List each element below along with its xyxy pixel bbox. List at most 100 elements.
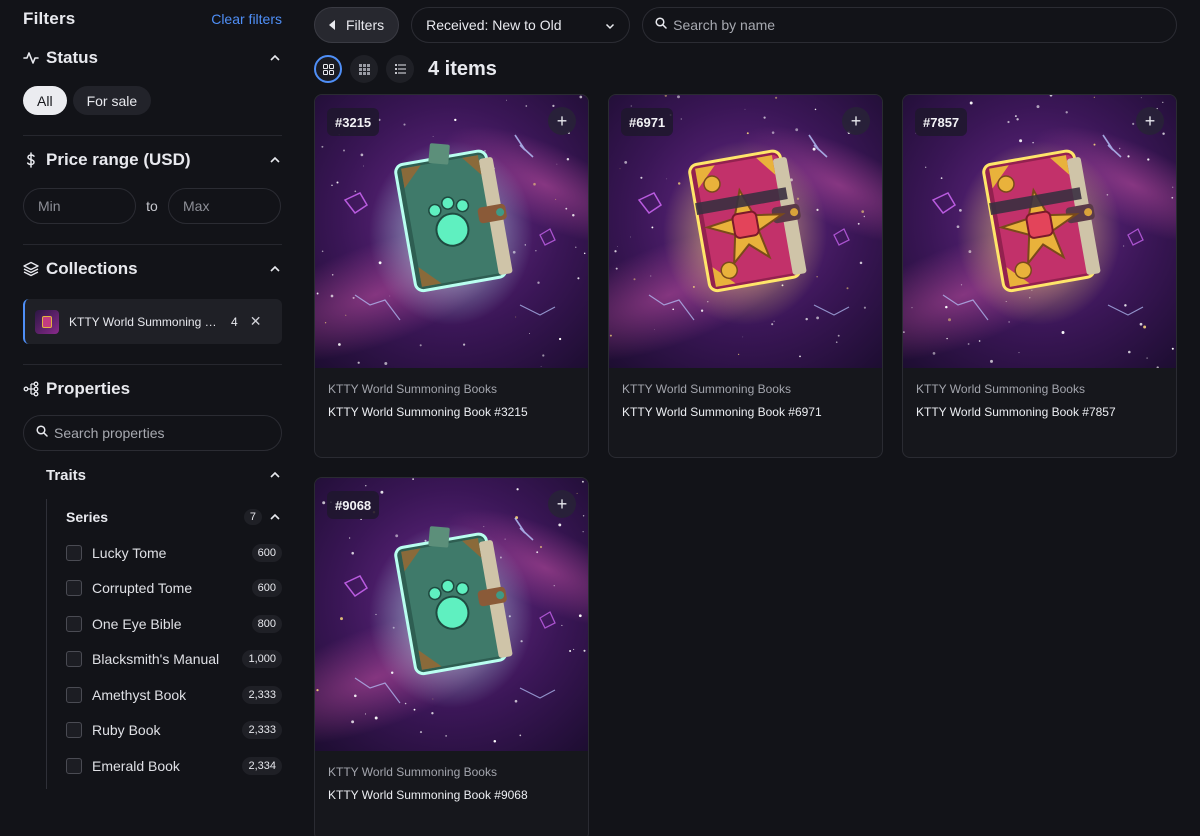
price-inputs: to	[23, 182, 282, 244]
list-icon	[394, 64, 406, 74]
trait-count: 600	[251, 579, 282, 598]
trait-count: 800	[251, 614, 282, 633]
trait-option-one-eye-bible[interactable]: One Eye Bible 800	[46, 606, 282, 642]
trait-name: Blacksmith's Manual	[92, 651, 220, 668]
nft-image[interactable]: #7857 +	[903, 95, 1176, 368]
status-for-sale-button[interactable]: For sale	[72, 86, 152, 115]
card-collection: KTTY World Summoning Books	[916, 382, 1085, 396]
trait-name: Lucky Tome	[92, 544, 167, 561]
price-max-input[interactable]	[168, 188, 281, 224]
series-header[interactable]: Series 7	[46, 499, 282, 535]
collections-section: Collections KTTY World Summoning Bo... 4…	[23, 247, 282, 365]
card-info: KTTY World Summoning Books KTTY World Su…	[609, 368, 882, 419]
trait-option-lucky-tome[interactable]: Lucky Tome 600	[46, 535, 282, 571]
token-id-badge: #6971	[621, 108, 674, 136]
checkbox[interactable]	[66, 757, 82, 774]
status-header[interactable]: Status	[23, 36, 282, 80]
checkbox[interactable]	[66, 722, 82, 739]
activity-icon	[23, 50, 39, 66]
card-collection: KTTY World Summoning Books	[622, 382, 791, 396]
card-collection: KTTY World Summoning Books	[328, 765, 497, 779]
properties-search-input[interactable]	[54, 425, 269, 441]
chevron-down-icon	[605, 17, 615, 33]
sort-value: Received: New to Old	[426, 17, 562, 33]
plus-icon: +	[556, 110, 568, 131]
properties-label: Properties	[46, 379, 131, 398]
collection-thumbnail	[35, 309, 59, 334]
nft-card[interactable]: #3215 + KTTY World Summoning Books KTTY …	[314, 94, 589, 458]
trait-option-corrupted-tome[interactable]: Corrupted Tome 600	[46, 571, 282, 607]
card-title[interactable]: KTTY World Summoning Book #3215	[328, 405, 575, 419]
traits-tree: Series 7 Lucky Tome 600 Corrupted Tome 6…	[46, 499, 282, 789]
grid-small-view-button[interactable]	[350, 55, 378, 83]
trait-option-ruby-book[interactable]: Ruby Book 2,333	[46, 713, 282, 749]
nft-card[interactable]: #9068 + KTTY World Summoning Books KTTY …	[314, 477, 589, 836]
collection-name: KTTY World Summoning Bo...	[69, 314, 221, 329]
add-button[interactable]: +	[842, 107, 870, 135]
card-info: KTTY World Summoning Books KTTY World Su…	[315, 751, 588, 802]
price-section: Price range (USD) to	[23, 138, 282, 245]
trait-option-emerald-book[interactable]: Emerald Book 2,334	[46, 748, 282, 784]
search-input[interactable]	[673, 17, 1165, 33]
collections-header[interactable]: Collections	[23, 247, 282, 291]
search-box[interactable]	[642, 7, 1178, 43]
add-button[interactable]: +	[548, 490, 576, 518]
nft-image[interactable]: #9068 +	[315, 478, 588, 751]
trait-count: 600	[251, 543, 282, 562]
card-title[interactable]: KTTY World Summoning Book #9068	[328, 788, 575, 802]
nft-image[interactable]: #3215 +	[315, 95, 588, 368]
filters-button-label: Filters	[346, 17, 385, 33]
search-icon	[655, 16, 667, 34]
card-title[interactable]: KTTY World Summoning Book #7857	[916, 405, 1163, 419]
checkbox[interactable]	[66, 651, 82, 668]
token-id-badge: #9068	[327, 491, 380, 519]
trait-name: Ruby Book	[92, 722, 161, 739]
grid-large-view-button[interactable]	[314, 55, 342, 83]
collection-count: 4	[231, 314, 238, 329]
trait-option-amethyst-book[interactable]: Amethyst Book 2,333	[46, 677, 282, 713]
plus-icon: +	[1144, 110, 1156, 131]
view-bar: 4 items	[314, 52, 1200, 86]
nft-card[interactable]: #7857 + KTTY World Summoning Books KTTY …	[902, 94, 1177, 458]
traits-header[interactable]: Traits	[23, 451, 282, 499]
tree-line	[46, 499, 47, 789]
close-icon[interactable]: ✕	[250, 313, 262, 330]
chevron-up-icon[interactable]	[268, 153, 282, 167]
add-button[interactable]: +	[548, 107, 576, 135]
trait-count: 2,333	[242, 721, 282, 740]
list-view-button[interactable]	[386, 55, 414, 83]
add-button[interactable]: +	[1136, 107, 1164, 135]
filters-toggle-button[interactable]: Filters	[314, 7, 400, 43]
status-all-button[interactable]: All	[23, 86, 67, 115]
trait-option-blacksmiths-manual[interactable]: Blacksmith's Manual 1,000	[46, 642, 282, 678]
price-min-input[interactable]	[23, 188, 136, 224]
sort-select[interactable]: Received: New to Old	[411, 7, 631, 43]
properties-search[interactable]	[23, 415, 282, 451]
chevron-up-icon[interactable]	[268, 510, 282, 524]
checkbox[interactable]	[66, 615, 82, 632]
properties-header[interactable]: Properties	[23, 367, 282, 411]
filters-sidebar: Filters Clear filters Status All For sal…	[0, 0, 300, 836]
checkbox[interactable]	[66, 686, 82, 703]
card-title[interactable]: KTTY World Summoning Book #6971	[622, 405, 869, 419]
chevron-up-icon[interactable]	[268, 468, 282, 482]
plus-icon: +	[850, 110, 862, 131]
nft-card[interactable]: #6971 + KTTY World Summoning Books KTTY …	[608, 94, 883, 458]
status-label: Status	[46, 48, 98, 67]
checkbox[interactable]	[66, 544, 82, 561]
checkbox[interactable]	[66, 580, 82, 597]
trait-name: Corrupted Tome	[92, 580, 193, 597]
chevron-up-icon[interactable]	[268, 51, 282, 65]
clear-filters-link[interactable]: Clear filters	[211, 11, 282, 27]
chevron-up-icon[interactable]	[268, 262, 282, 276]
selected-collection[interactable]: KTTY World Summoning Bo... 4 ✕	[23, 299, 282, 344]
collections-label: Collections	[46, 259, 138, 278]
trait-name: Emerald Book	[92, 757, 180, 774]
token-id-badge: #3215	[327, 108, 380, 136]
search-icon	[36, 424, 48, 442]
price-header[interactable]: Price range (USD)	[23, 138, 282, 182]
app: Filters Clear filters Status All For sal…	[0, 0, 1200, 836]
price-to-label: to	[146, 198, 158, 214]
main-content: Filters Received: New to Old Search by n…	[314, 0, 1200, 836]
nft-image[interactable]: #6971 +	[609, 95, 882, 368]
